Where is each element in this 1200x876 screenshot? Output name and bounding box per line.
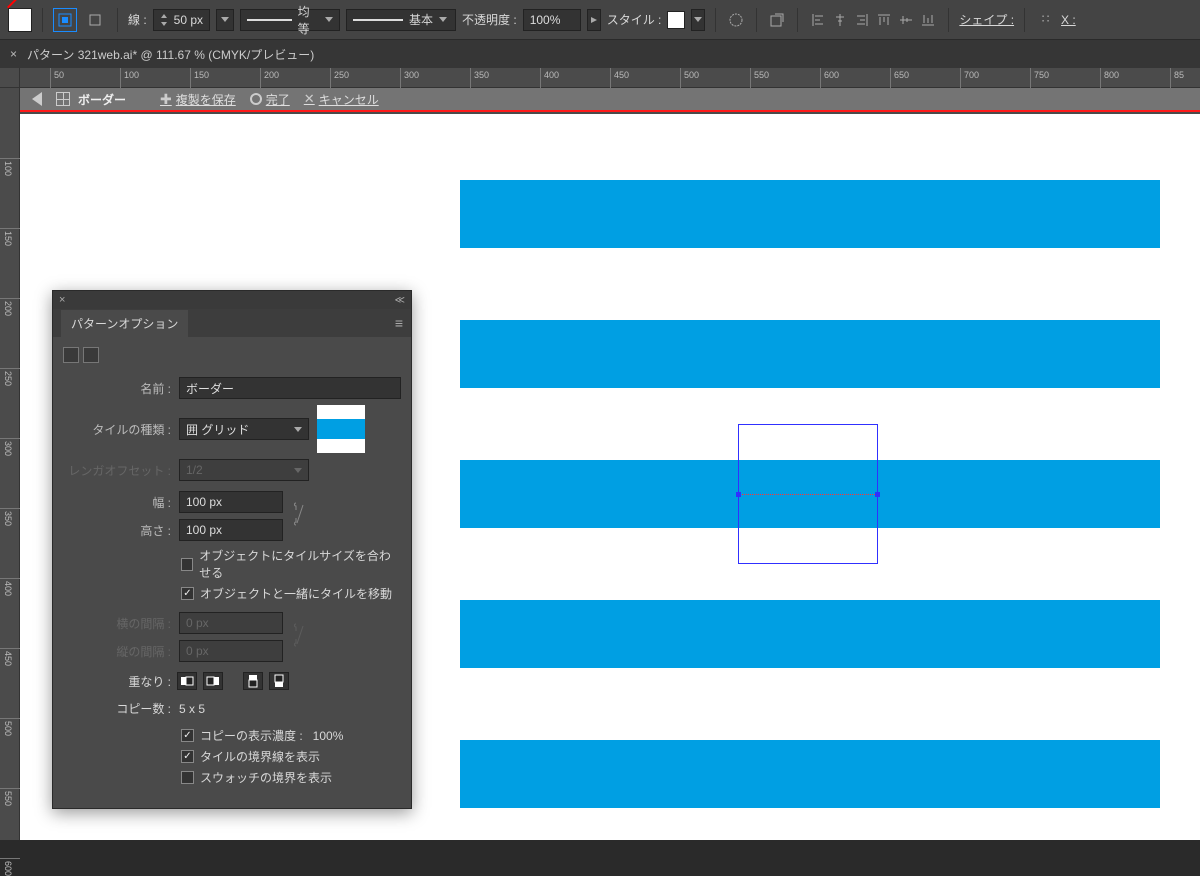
move-with-art-checkbox[interactable]	[181, 587, 194, 600]
link-spacing-icon	[291, 626, 309, 644]
fill-swatch-none-icon[interactable]	[8, 8, 32, 32]
back-arrow-icon[interactable]	[32, 92, 42, 106]
style-label: スタイル :	[607, 11, 662, 28]
align-hcenter-icon[interactable]	[830, 10, 850, 30]
size-to-art-checkbox[interactable]	[181, 558, 193, 571]
tile-center-guide	[739, 494, 877, 495]
overlap-top-front-icon[interactable]	[243, 672, 263, 690]
align-bottom-icon[interactable]	[918, 10, 938, 30]
pattern-options-panel: × ≪ パターンオプション ≡ 名前 : ボーダー タイルの種類 : 囲 グリッ…	[52, 290, 412, 809]
tile-thumbnail	[317, 405, 365, 453]
brick-offset-label: レンガオフセット :	[63, 462, 171, 479]
pattern-stripe	[460, 740, 1160, 808]
opacity-caret[interactable]	[587, 9, 601, 31]
align-right-icon[interactable]	[852, 10, 872, 30]
size-to-art-label: オブジェクトにタイルサイズを合わせる	[199, 547, 401, 581]
name-field[interactable]: ボーダー	[179, 377, 401, 399]
plus-icon: ✚	[160, 91, 172, 108]
dim-copies-field[interactable]: 100%	[313, 729, 375, 743]
save-copy-button[interactable]: ✚複製を保存	[160, 91, 236, 108]
panel-collapse-icon[interactable]: ≪	[395, 295, 405, 306]
panel-close-icon[interactable]: ×	[59, 294, 65, 306]
pattern-tile-tool-alt-icon[interactable]	[83, 347, 99, 363]
pattern-tile-icon	[56, 92, 70, 106]
tile-anchor[interactable]	[736, 492, 741, 497]
tiletype-label: タイルの種類 :	[63, 421, 171, 438]
height-label: 高さ :	[63, 522, 171, 539]
show-swatch-bounds-checkbox[interactable]	[181, 771, 194, 784]
transform-icon[interactable]: ∷	[1035, 10, 1055, 30]
vspacing-label: 縦の間隔 :	[63, 643, 171, 660]
move-with-art-label: オブジェクトと一緒にタイルを移動	[200, 585, 392, 602]
align-left-icon[interactable]	[808, 10, 828, 30]
overlap-label: 重なり :	[63, 673, 171, 690]
tiletype-dropdown[interactable]: 囲 グリッド	[179, 418, 309, 440]
copies-label: コピー数 :	[63, 700, 171, 717]
align-top-icon[interactable]	[874, 10, 894, 30]
hspacing-label: 横の間隔 :	[63, 615, 171, 632]
done-button[interactable]: 完了	[250, 91, 290, 108]
name-label: 名前 :	[63, 380, 171, 397]
tab-close-icon[interactable]: ×	[10, 47, 17, 61]
dim-copies-label: コピーの表示濃度 :	[200, 727, 303, 744]
stroke-align-alt-icon[interactable]	[83, 8, 107, 32]
recolor-icon[interactable]	[726, 10, 746, 30]
vspacing-field: 0 px	[179, 640, 283, 662]
pattern-tile-tool-icon[interactable]	[63, 347, 79, 363]
show-tile-edge-checkbox[interactable]	[181, 750, 194, 763]
circle-icon	[250, 93, 262, 105]
ruler-horizontal[interactable]: 5010015020025030035040045050055060065070…	[20, 68, 1200, 88]
width-field[interactable]: 100 px	[179, 491, 283, 513]
brick-offset-dropdown: 1/2	[179, 459, 309, 481]
isolate-icon[interactable]	[767, 10, 787, 30]
copies-dropdown[interactable]: 5 x 5	[179, 702, 259, 716]
pattern-edit-bar: ボーダー ✚複製を保存 完了 ✕キャンセル	[20, 88, 1200, 112]
show-swatch-bounds-label: スウォッチの境界を表示	[200, 769, 332, 786]
stroke-weight-dropdown[interactable]	[216, 9, 234, 31]
overlap-bottom-front-icon[interactable]	[269, 672, 289, 690]
align-vcenter-icon[interactable]	[896, 10, 916, 30]
document-tab-title[interactable]: パターン 321web.ai* @ 111.67 % (CMYK/プレビュー)	[27, 46, 314, 63]
pattern-tile-bounds[interactable]	[738, 424, 878, 564]
opacity-label: 不透明度 :	[462, 11, 517, 28]
options-bar: 線 : 50 px 均等 基本 不透明度 : 100% スタイル : シェイプ …	[0, 0, 1200, 40]
stroke-label: 線 :	[128, 11, 147, 28]
dim-copies-checkbox[interactable]	[181, 729, 194, 742]
style-swatch[interactable]	[667, 11, 685, 29]
pattern-stripe	[460, 600, 1160, 668]
pattern-stripe	[460, 320, 1160, 388]
show-tile-edge-label: タイルの境界線を表示	[200, 748, 320, 765]
brush-dropdown[interactable]: 基本	[346, 9, 456, 31]
x-icon: ✕	[304, 91, 315, 107]
hspacing-field: 0 px	[179, 612, 283, 634]
stroke-weight-stepper[interactable]: 50 px	[153, 9, 210, 31]
pattern-stripe	[460, 180, 1160, 248]
link-dimensions-icon[interactable]	[291, 505, 309, 523]
stroke-weight-value: 50 px	[174, 13, 203, 27]
align-group	[808, 10, 938, 30]
width-label: 幅 :	[63, 494, 171, 511]
document-tab-bar: × パターン 321web.ai* @ 111.67 % (CMYK/プレビュー…	[0, 40, 1200, 68]
height-field[interactable]: 100 px	[179, 519, 283, 541]
cancel-button[interactable]: ✕キャンセル	[304, 91, 379, 108]
overlap-right-front-icon[interactable]	[203, 672, 223, 690]
ruler-vertical[interactable]: 100150200250300350400450500550600	[0, 88, 20, 840]
overlap-left-front-icon[interactable]	[177, 672, 197, 690]
panel-tab[interactable]: パターンオプション	[61, 310, 188, 337]
panel-header[interactable]: × ≪	[53, 291, 411, 309]
ruler-origin[interactable]	[0, 68, 20, 88]
stroke-profile-dropdown[interactable]: 均等	[240, 9, 340, 31]
pattern-edit-title: ボーダー	[78, 91, 126, 108]
opacity-field[interactable]: 100%	[523, 9, 581, 31]
transform-x-label[interactable]: X :	[1061, 13, 1076, 27]
style-dropdown[interactable]	[691, 9, 705, 31]
stroke-align-icon[interactable]	[53, 8, 77, 32]
shape-label[interactable]: シェイプ :	[959, 11, 1014, 28]
panel-menu-icon[interactable]: ≡	[395, 315, 403, 331]
tile-anchor[interactable]	[875, 492, 880, 497]
